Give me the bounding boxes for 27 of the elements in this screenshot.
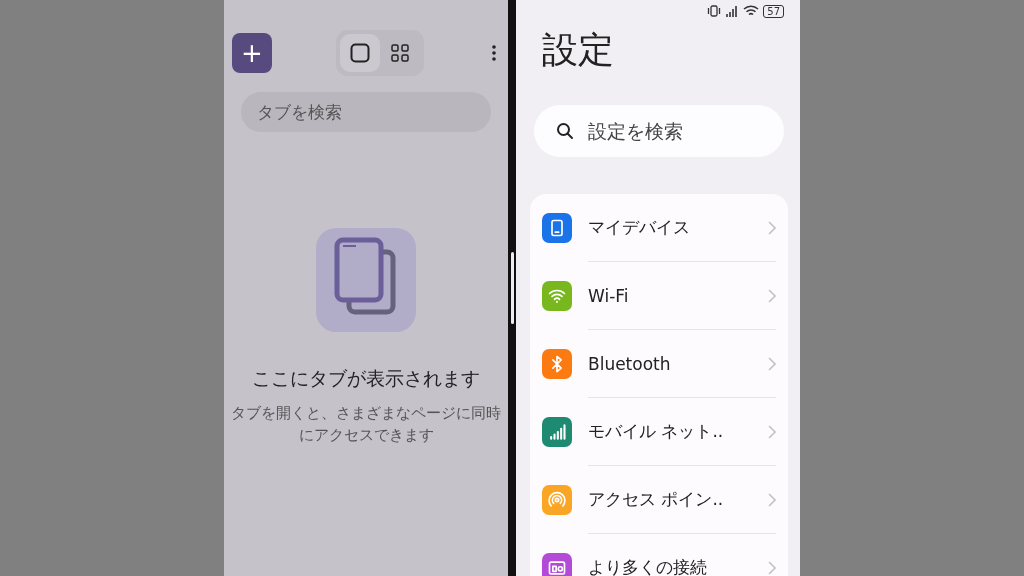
settings-item[interactable]: より多くの接続 xyxy=(588,556,768,576)
page-title: 設定 xyxy=(542,28,615,72)
chevron-icon xyxy=(768,356,776,371)
square-icon xyxy=(350,43,370,63)
settings-item[interactable]: マイデバイス xyxy=(588,216,768,239)
settings-item[interactable]: アクセス ポイン.. xyxy=(588,488,768,511)
battery-level: 57 xyxy=(763,4,784,18)
split-handle[interactable] xyxy=(510,252,514,324)
chevron-icon xyxy=(768,288,776,303)
empty-state-message: タブを開くと、さまざまなページに同時にアクセスできます xyxy=(230,404,502,445)
chevron-icon xyxy=(768,424,776,439)
settings-item[interactable]: モバイル ネット.. xyxy=(588,420,768,443)
more-icon xyxy=(492,45,496,61)
empty-state-title: ここにタブが表示されます xyxy=(252,366,480,391)
signal-icon xyxy=(725,4,740,18)
new-tab-button[interactable]: + xyxy=(232,33,272,73)
chevron-icon xyxy=(768,220,776,235)
settings-item[interactable]: Wi-Fi xyxy=(588,285,768,306)
settings-search-field[interactable]: 設定を検索 xyxy=(534,105,784,157)
wifi-icon xyxy=(743,5,760,17)
settings-item[interactable]: Bluetooth xyxy=(588,353,768,374)
grid-icon xyxy=(391,44,409,62)
chevron-icon xyxy=(768,492,776,507)
chevron-icon xyxy=(768,560,776,575)
search-field[interactable]: タブを検索 xyxy=(241,92,491,132)
vibrate-icon xyxy=(707,5,722,17)
single-view-button[interactable] xyxy=(340,34,380,72)
